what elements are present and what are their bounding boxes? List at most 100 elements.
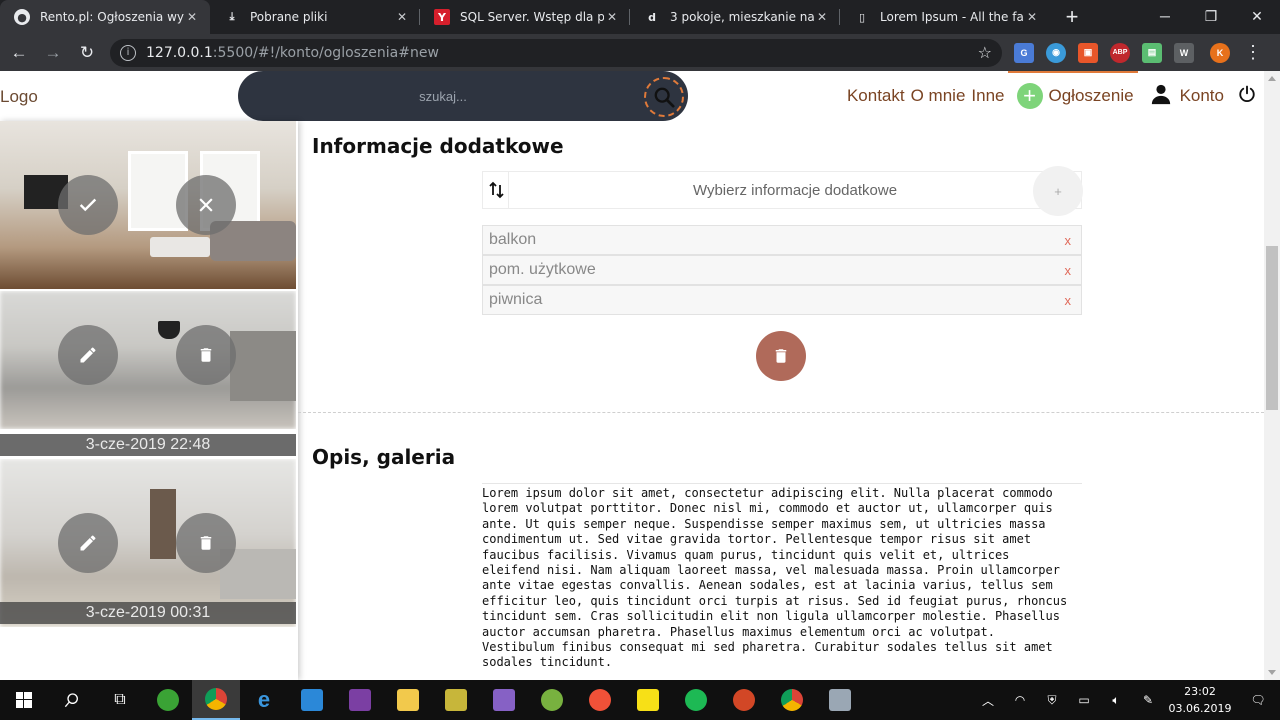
bookmark-star-icon[interactable]: ☆ xyxy=(978,43,992,62)
reload-icon[interactable]: ↻ xyxy=(72,38,102,68)
browser-tab-pokoje[interactable]: d 3 pokoje, mieszkanie na wyn ✕ xyxy=(630,0,840,34)
description-textarea[interactable]: Lorem ipsum dolor sit amet, consectetur … xyxy=(482,483,1082,671)
swift-icon[interactable] xyxy=(576,680,624,720)
vscode-icon[interactable] xyxy=(288,680,336,720)
w-extension-icon[interactable]: W xyxy=(1174,42,1194,63)
browser-tab-downloads[interactable]: ⤓ Pobrane pliki ✕ xyxy=(210,0,420,34)
wifi-icon[interactable]: ◠ xyxy=(1004,693,1036,707)
search-button[interactable] xyxy=(644,77,684,117)
add-info-button[interactable]: + xyxy=(1033,166,1083,216)
power-icon[interactable] xyxy=(1238,85,1256,108)
translate-extension-icon[interactable]: G xyxy=(1014,42,1034,63)
battery-icon[interactable]: ▭ xyxy=(1068,693,1100,707)
globe-icon: ● xyxy=(14,9,30,25)
sticky-notes-icon[interactable] xyxy=(624,680,672,720)
start-windows-icon[interactable] xyxy=(0,680,48,720)
remove-tag-button[interactable]: x xyxy=(1065,293,1072,308)
visual-studio-icon[interactable] xyxy=(480,680,528,720)
system-tray: ︿ ◠ ⛨ ▭ 🔈︎ ✎ 23:02 03.06.2019 🗨︎ xyxy=(972,680,1280,720)
d-icon: d xyxy=(648,10,656,24)
scrollbar-thumb[interactable] xyxy=(1266,246,1278,410)
browser-tab-lorem[interactable]: ▯ Lorem Ipsum - All the facts ✕ xyxy=(840,0,1050,34)
onenote-icon[interactable] xyxy=(336,680,384,720)
close-window-icon[interactable]: ✕ xyxy=(1234,0,1280,32)
table-decor xyxy=(150,237,210,257)
search-placeholder: szukaj... xyxy=(419,88,467,104)
site-logo[interactable]: Logo xyxy=(0,87,38,107)
adblock-extension-icon[interactable]: ABP xyxy=(1110,42,1130,63)
minimize-icon[interactable]: ─ xyxy=(1142,0,1188,32)
tab-close-icon[interactable]: ✕ xyxy=(1024,10,1040,24)
extra-info-picker[interactable]: Wybierz informacje dodatkowe + xyxy=(482,166,1083,216)
delete-button[interactable] xyxy=(176,325,236,385)
nav-link-ogloszenie[interactable]: Ogłoszenie xyxy=(1049,86,1134,106)
excel-sql-icon[interactable] xyxy=(432,680,480,720)
edge-icon[interactable]: e xyxy=(240,680,288,720)
tab-close-icon[interactable]: ✕ xyxy=(184,10,200,24)
back-icon[interactable]: ← xyxy=(4,38,34,68)
listing-photo-1 xyxy=(0,291,296,429)
nav-link-kontakt[interactable]: Kontakt xyxy=(847,86,905,106)
remove-tag-button[interactable]: x xyxy=(1065,263,1072,278)
remove-tag-button[interactable]: x xyxy=(1065,233,1072,248)
web-page: Logo szukaj... Kontakt O mnie Inne + Ogł… xyxy=(0,71,1280,680)
restore-icon[interactable]: ❐ xyxy=(1188,0,1234,32)
new-tab-button[interactable]: + xyxy=(1058,0,1086,34)
nav-links: Kontakt O mnie Inne + Ogłoszenie Konto xyxy=(841,71,1256,121)
trash-icon xyxy=(200,348,212,362)
browser-tab-sql[interactable]: Y SQL Server. Wstęp dla progr ✕ xyxy=(420,0,630,34)
delete-button[interactable] xyxy=(176,513,236,573)
chrome-secondary-icon[interactable] xyxy=(768,680,816,720)
nav-link-inne[interactable]: Inne xyxy=(971,86,1004,106)
volume-icon[interactable]: 🔈︎ xyxy=(1100,693,1132,708)
search-icon[interactable] xyxy=(48,680,96,720)
page-scrollbar[interactable] xyxy=(1264,71,1280,680)
sort-arrows-icon[interactable] xyxy=(485,171,509,209)
address-bar[interactable]: i 127.0.0.1:5500/#!/konto/ogloszenia#new… xyxy=(110,38,1002,67)
info-icon[interactable]: i xyxy=(120,44,136,61)
xbox-app-icon[interactable] xyxy=(144,680,192,720)
list-item: pom. użytkowe x xyxy=(482,255,1082,285)
tab-close-icon[interactable]: ✕ xyxy=(814,10,830,24)
listing-date: 3-cze-2019 00:31 xyxy=(0,602,296,624)
utorrent-icon[interactable] xyxy=(528,680,576,720)
browser-menu-icon[interactable]: ⋮ xyxy=(1244,42,1262,63)
section-title-extra-info: Informacje dodatkowe xyxy=(312,134,564,158)
search-bar[interactable]: szukaj... xyxy=(238,71,688,121)
chevron-up-icon[interactable]: ︿ xyxy=(972,692,1004,709)
edit-button[interactable] xyxy=(58,513,118,573)
clear-all-button[interactable] xyxy=(756,331,806,381)
lamp-decor xyxy=(158,321,180,339)
task-view-icon[interactable]: ⧉ xyxy=(96,680,144,720)
close-icon xyxy=(199,198,213,212)
tab-close-icon[interactable]: ✕ xyxy=(604,10,620,24)
browser-tab-rento[interactable]: ● Rento.pl: Ogłoszenia wynajmu ✕ xyxy=(0,0,210,34)
cancel-button[interactable] xyxy=(176,175,236,235)
powerpoint-icon[interactable] xyxy=(720,680,768,720)
forward-icon[interactable]: → xyxy=(38,38,68,68)
search-icon xyxy=(654,87,675,108)
nav-link-o-mnie[interactable]: O mnie xyxy=(911,86,966,106)
hangouts-extension-icon[interactable]: ▤ xyxy=(1142,42,1162,63)
list-item: balkon x xyxy=(482,225,1082,255)
scroll-up-icon[interactable] xyxy=(1268,76,1276,81)
system-clock[interactable]: 23:02 03.06.2019 xyxy=(1164,683,1236,717)
office-extension-icon[interactable]: ▣ xyxy=(1078,42,1098,63)
remote-desktop-icon[interactable] xyxy=(816,680,864,720)
add-circle-icon[interactable]: + xyxy=(1016,83,1043,109)
profile-avatar[interactable]: K xyxy=(1210,42,1230,63)
chrome-taskbar-icon[interactable] xyxy=(192,680,240,720)
globe-extension-icon[interactable]: ◉ xyxy=(1046,42,1066,63)
spotify-icon[interactable] xyxy=(672,680,720,720)
tab-close-icon[interactable]: ✕ xyxy=(394,10,410,24)
tag-label: balkon xyxy=(489,231,537,248)
file-explorer-icon[interactable] xyxy=(384,680,432,720)
user-icon[interactable] xyxy=(1150,83,1172,110)
edit-button[interactable] xyxy=(58,325,118,385)
nav-link-konto[interactable]: Konto xyxy=(1180,86,1224,106)
confirm-button[interactable] xyxy=(58,175,118,235)
defender-icon[interactable]: ⛨ xyxy=(1036,693,1068,708)
notifications-icon[interactable]: 🗨︎ xyxy=(1236,693,1280,707)
pen-icon[interactable]: ✎ xyxy=(1132,693,1164,707)
scroll-down-icon[interactable] xyxy=(1268,670,1276,675)
